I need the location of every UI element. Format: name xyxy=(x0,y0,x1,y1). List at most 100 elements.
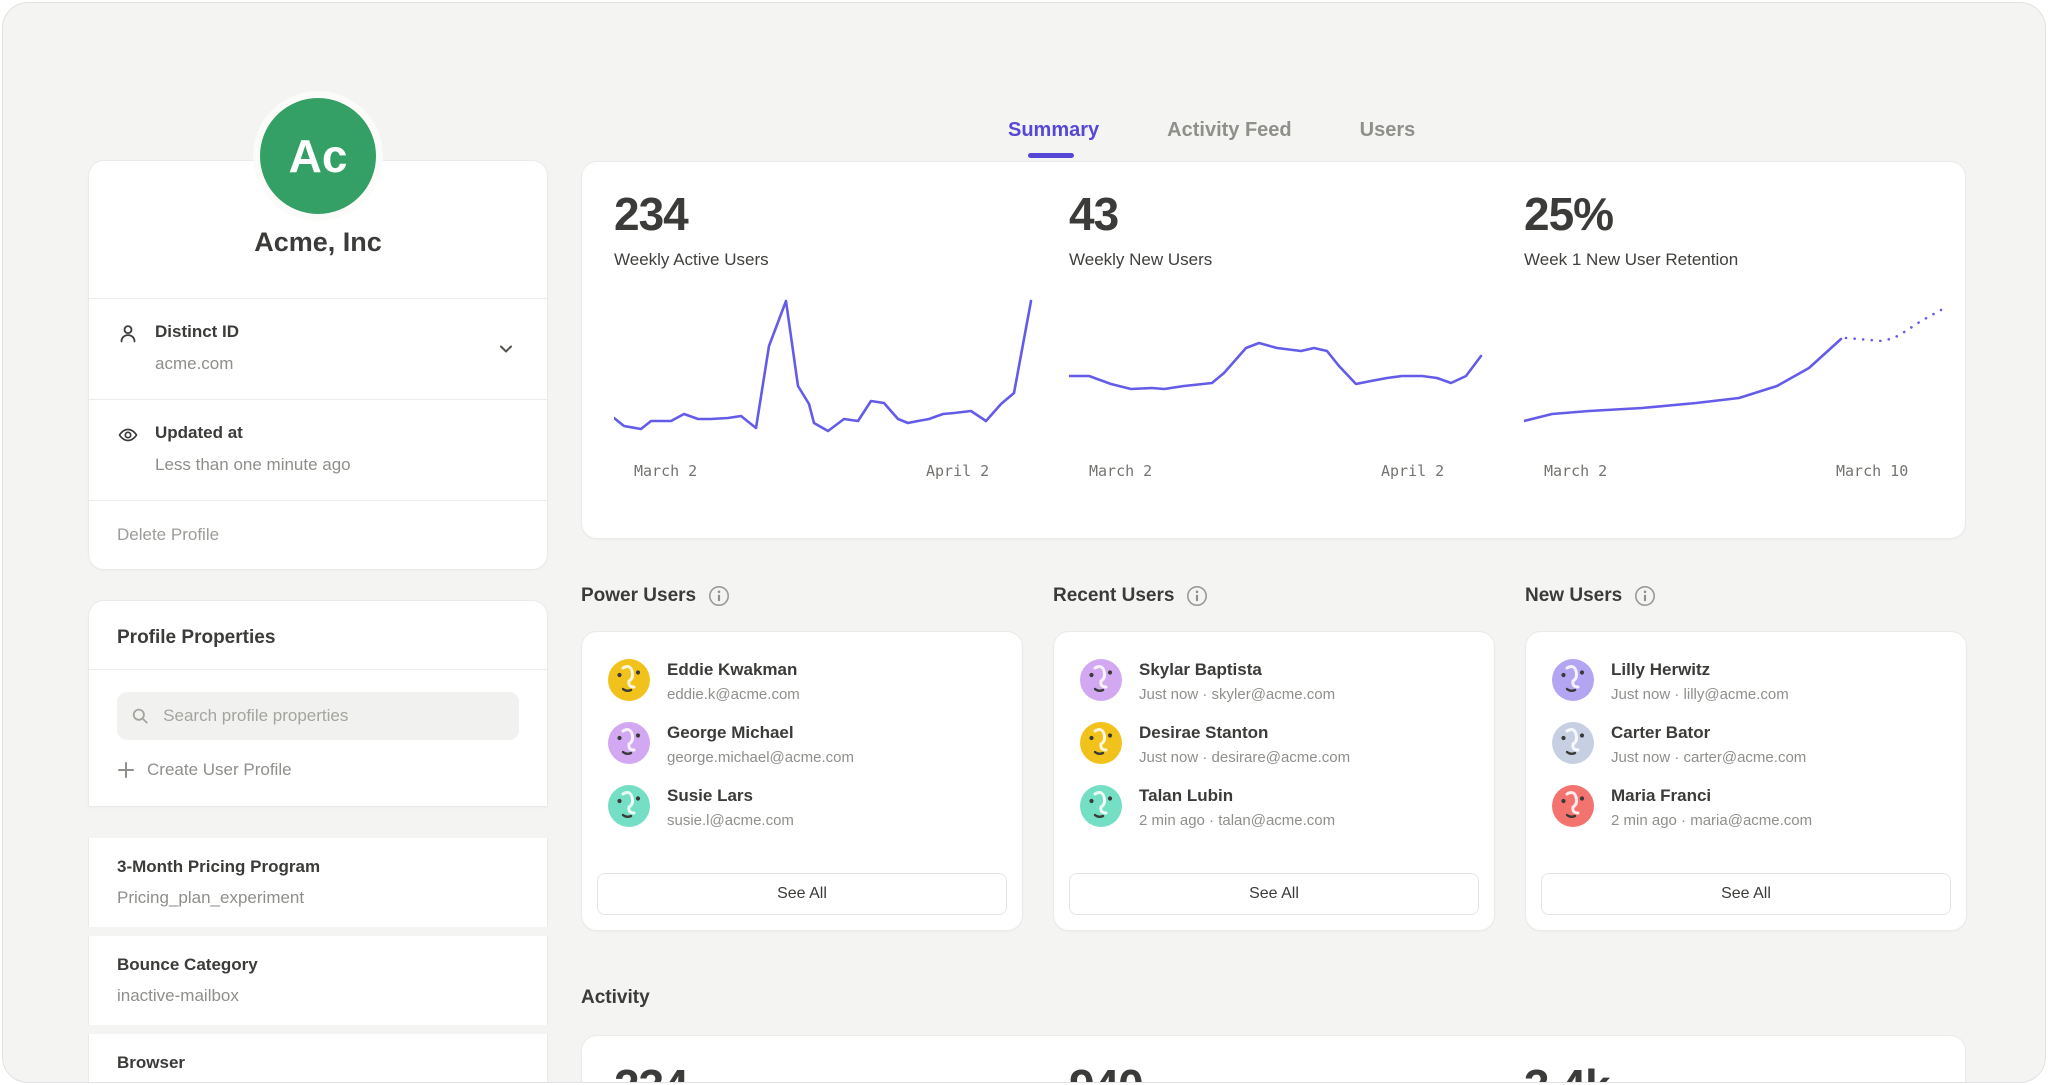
eye-icon xyxy=(117,424,139,446)
profile-tabs: Summary Activity Feed Users xyxy=(1008,119,1415,142)
stat-label: Weekly Active Users xyxy=(614,250,1034,270)
user-meta: Just now · skyler@acme.com xyxy=(1139,686,1335,703)
stat-value: 25% xyxy=(1524,190,1944,238)
property-row[interactable]: Bounce Category inactive-mailbox xyxy=(88,936,548,1025)
user-list-card: Lilly Herwitz Just now · lilly@acme.com … xyxy=(1525,631,1967,931)
chevron-down-icon[interactable] xyxy=(495,338,517,360)
user-row[interactable]: Maria Franci 2 min ago · maria@acme.com xyxy=(1552,785,1940,829)
stat-label: Weekly New Users xyxy=(1069,250,1489,270)
user-row[interactable]: Skylar Baptista Just now · skyler@acme.c… xyxy=(1080,659,1468,703)
face-illustration xyxy=(1080,785,1122,827)
tab-activity-feed[interactable]: Activity Feed xyxy=(1167,119,1291,142)
overview-card: 234 Weekly Active Users March 2 April 2 … xyxy=(581,161,1966,539)
face-illustration xyxy=(608,785,650,827)
search-input[interactable] xyxy=(161,705,505,727)
axis-tick: April 2 xyxy=(1381,462,1444,480)
activity-stat: 3.4k xyxy=(1524,1062,1944,1083)
user-meta: Just now · carter@acme.com xyxy=(1611,749,1806,766)
user-row[interactable]: Desirae Stanton Just now · desirare@acme… xyxy=(1080,722,1468,766)
company-profile-card: Acme, Inc Distinct ID acme.com Updated a… xyxy=(88,160,548,570)
info-icon[interactable] xyxy=(1634,585,1656,607)
user-avatar xyxy=(1080,722,1122,764)
user-list-card: Skylar Baptista Just now · skyler@acme.c… xyxy=(1053,631,1495,931)
user-row[interactable]: Talan Lubin 2 min ago · talan@acme.com xyxy=(1080,785,1468,829)
property-name: Browser xyxy=(117,1053,519,1073)
distinct-id-label: Distinct ID xyxy=(155,322,239,342)
weekly-active-users-sparkline xyxy=(614,286,1034,456)
face-illustration xyxy=(608,722,650,764)
tab-users[interactable]: Users xyxy=(1360,119,1416,142)
see-all-button[interactable]: See All xyxy=(1541,873,1951,915)
face-illustration xyxy=(1080,659,1122,701)
week1-retention-sparkline xyxy=(1524,286,1944,456)
user-section-power-users: Power Users Eddie Kwakman eddie.k@acme.c… xyxy=(581,585,1023,931)
search-icon xyxy=(131,706,149,726)
info-icon[interactable] xyxy=(708,585,730,607)
user-row[interactable]: Eddie Kwakman eddie.k@acme.com xyxy=(608,659,996,703)
user-avatar xyxy=(608,722,650,764)
user-avatar xyxy=(1552,659,1594,701)
user-meta: george.michael@acme.com xyxy=(667,749,854,766)
user-avatar xyxy=(1080,785,1122,827)
user-name: Susie Lars xyxy=(667,786,794,806)
user-name: George Michael xyxy=(667,723,854,743)
section-title: New Users xyxy=(1525,585,1622,607)
see-all-button[interactable]: See All xyxy=(597,873,1007,915)
user-row[interactable]: Susie Lars susie.l@acme.com xyxy=(608,785,996,829)
face-illustration xyxy=(1552,785,1594,827)
person-icon xyxy=(117,323,139,345)
face-illustration xyxy=(608,659,650,701)
property-value: inactive-mailbox xyxy=(117,986,519,1006)
axis-tick: April 2 xyxy=(926,462,989,480)
face-illustration xyxy=(1080,722,1122,764)
delete-profile-button[interactable]: Delete Profile xyxy=(89,501,547,569)
company-avatar-initials: Ac xyxy=(289,129,348,183)
property-name: Bounce Category xyxy=(117,955,519,975)
info-icon[interactable] xyxy=(1186,585,1208,607)
user-row[interactable]: Lilly Herwitz Just now · lilly@acme.com xyxy=(1552,659,1940,703)
activity-stat: 234 xyxy=(614,1062,1034,1083)
user-meta: 2 min ago · talan@acme.com xyxy=(1139,812,1335,829)
section-title: Power Users xyxy=(581,585,696,607)
section-title: Recent Users xyxy=(1053,585,1174,607)
activity-section-title: Activity xyxy=(581,987,650,1009)
create-user-profile-label: Create User Profile xyxy=(147,760,292,780)
user-row[interactable]: Carter Bator Just now · carter@acme.com xyxy=(1552,722,1940,766)
user-meta: susie.l@acme.com xyxy=(667,812,794,829)
profile-properties-search[interactable] xyxy=(117,692,519,740)
stat-value: 234 xyxy=(614,190,1034,238)
property-value: Pricing_plan_experiment xyxy=(117,888,519,908)
tab-summary[interactable]: Summary xyxy=(1008,119,1099,142)
user-avatar xyxy=(1080,659,1122,701)
user-name: Maria Franci xyxy=(1611,786,1812,806)
updated-at-row: Updated at Less than one minute ago xyxy=(89,400,547,500)
user-row[interactable]: George Michael george.michael@acme.com xyxy=(608,722,996,766)
profile-properties-title: Profile Properties xyxy=(89,601,547,669)
user-avatar xyxy=(608,659,650,701)
user-name: Eddie Kwakman xyxy=(667,660,800,680)
property-row[interactable]: 3-Month Pricing Program Pricing_plan_exp… xyxy=(88,838,548,927)
see-all-button[interactable]: See All xyxy=(1069,873,1479,915)
user-name: Desirae Stanton xyxy=(1139,723,1350,743)
create-user-profile-button[interactable]: Create User Profile xyxy=(89,740,547,806)
stat-week1-retention: 25% Week 1 New User Retention March 2 Ma… xyxy=(1524,190,1944,482)
plus-icon xyxy=(117,761,135,779)
axis-tick: March 2 xyxy=(1089,462,1152,480)
weekly-new-users-sparkline xyxy=(1069,286,1489,456)
user-list-card: Eddie Kwakman eddie.k@acme.com George Mi… xyxy=(581,631,1023,931)
user-avatar xyxy=(1552,785,1594,827)
user-meta: Just now · lilly@acme.com xyxy=(1611,686,1789,703)
active-tab-underline xyxy=(1028,153,1074,158)
axis-tick: March 10 xyxy=(1836,462,1908,480)
user-name: Lilly Herwitz xyxy=(1611,660,1789,680)
user-section-new-users: New Users Lilly Herwitz Just now · lilly… xyxy=(1525,585,1967,931)
user-name: Talan Lubin xyxy=(1139,786,1335,806)
stat-weekly-active-users: 234 Weekly Active Users March 2 April 2 xyxy=(614,190,1034,482)
profile-page: Ac Acme, Inc Distinct ID acme.com xyxy=(2,2,2046,1083)
face-illustration xyxy=(1552,659,1594,701)
user-meta: Just now · desirare@acme.com xyxy=(1139,749,1350,766)
updated-at-value: Less than one minute ago xyxy=(155,455,351,475)
user-meta: 2 min ago · maria@acme.com xyxy=(1611,812,1812,829)
property-row[interactable]: Browser Chrome xyxy=(88,1034,548,1083)
user-name: Carter Bator xyxy=(1611,723,1806,743)
